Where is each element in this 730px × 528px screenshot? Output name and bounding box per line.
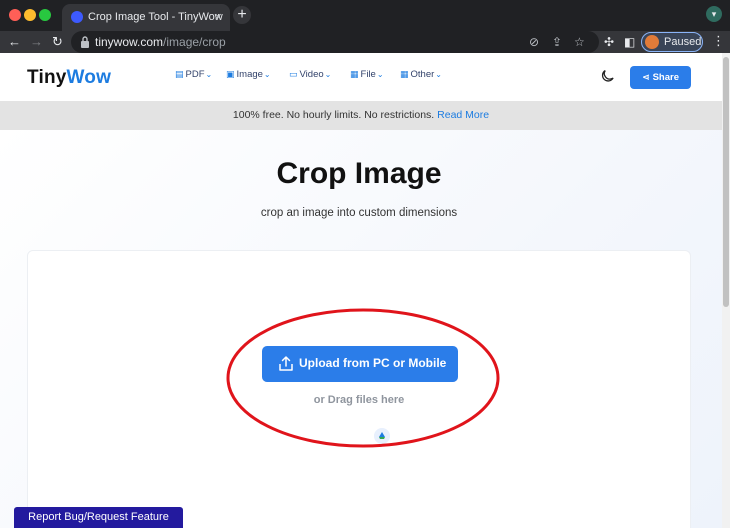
page-viewport: TinyWow ▤ PDF⌄ ▣ Image⌄ ▭ Video⌄ ▦ File⌄ ▦ Ot…: [0, 53, 722, 528]
read-more-link[interactable]: Read More: [437, 109, 489, 121]
site-header: TinyWow ▤ PDF⌄ ▣ Image⌄ ▭ Video⌄ ▦ File⌄ ▦ Ot…: [0, 53, 722, 101]
reload-icon[interactable]: ↻: [52, 33, 63, 51]
browser-tab[interactable]: Crop Image Tool - TinyWow ×: [62, 4, 230, 31]
address-bar[interactable]: tinywow.com/image/crop ⊘ ⇪ ☆: [71, 31, 599, 53]
eye-off-icon[interactable]: ⊘: [529, 34, 539, 50]
page-subtitle: crop an image into custom dimensions: [260, 207, 458, 219]
scrollbar-thumb[interactable]: [723, 57, 729, 307]
tab-title: Crop Image Tool - TinyWow: [88, 11, 223, 23]
extensions-puzzle-icon[interactable]: ✣: [604, 34, 614, 50]
chevron-down-icon: ⌄: [435, 70, 442, 79]
page-scrollbar[interactable]: [722, 53, 730, 528]
tinywow-logo[interactable]: TinyWow: [27, 67, 111, 89]
new-tab-button[interactable]: +: [233, 6, 251, 24]
maximize-window-button[interactable]: [39, 9, 51, 21]
page-title: Crop Image: [276, 157, 442, 190]
grid-icon: ▦: [400, 69, 409, 79]
chevron-down-icon: ⌄: [376, 70, 384, 79]
file-grid-icon: ▦: [350, 69, 359, 79]
share-page-icon[interactable]: ⇪: [552, 34, 562, 50]
chevron-down-icon: ⌄: [324, 70, 332, 79]
chevron-down-icon: ⌄: [205, 70, 213, 79]
upload-button-label: Upload from PC or Mobile: [299, 356, 447, 370]
menu-file[interactable]: ▦ File⌄: [350, 69, 384, 80]
dark-mode-moon-icon[interactable]: [600, 68, 616, 84]
image-icon: ▣: [226, 69, 235, 79]
upload-button[interactable]: Upload from PC or Mobile: [262, 346, 458, 382]
tab-search-icon[interactable]: ▾: [706, 6, 722, 22]
video-icon: ▭: [289, 69, 298, 79]
avatar: [645, 35, 659, 49]
browser-menu-icon[interactable]: ⋮: [712, 33, 725, 49]
tab-close-icon[interactable]: ×: [214, 9, 222, 25]
menu-video[interactable]: ▭ Video⌄: [289, 69, 331, 80]
google-drive-icon[interactable]: [374, 428, 390, 444]
close-window-button[interactable]: [9, 9, 21, 21]
profile-button[interactable]: Paused: [641, 32, 703, 52]
promo-text: 100% free. No hourly limits. No restrict…: [232, 109, 435, 121]
browser-toolbar: ← → ↻ tinywow.com/image/crop ⊘ ⇪ ☆ ✣ ◧ P…: [0, 31, 730, 53]
menu-other[interactable]: ▦ Other⌄: [400, 69, 442, 80]
share-icon: ⋖: [641, 72, 653, 83]
drag-files-hint: or Drag files here: [313, 394, 405, 406]
profile-status: Paused: [664, 36, 702, 48]
tinywow-favicon-icon: [71, 11, 83, 23]
side-panel-icon[interactable]: ◧: [624, 34, 635, 50]
upload-dropzone[interactable]: Upload from PC or Mobile or Drag files h…: [27, 250, 691, 528]
promo-banner: 100% free. No hourly limits. No restrict…: [0, 101, 722, 130]
minimize-window-button[interactable]: [24, 9, 36, 21]
menu-image[interactable]: ▣ Image⌄: [226, 69, 271, 80]
bookmark-star-icon[interactable]: ☆: [574, 34, 585, 50]
back-arrow-icon[interactable]: ←: [8, 33, 21, 51]
browser-tab-bar: Crop Image Tool - TinyWow × + ▾: [0, 0, 730, 31]
url-text: tinywow.com/image/crop: [95, 35, 226, 49]
menu-pdf[interactable]: ▤ PDF⌄: [175, 69, 212, 80]
pdf-icon: ▤: [175, 69, 184, 79]
tool-section: Crop Image crop an image into custom dim…: [0, 130, 722, 528]
upload-icon: [279, 356, 293, 371]
report-bug-button[interactable]: Report Bug/Request Feature: [14, 507, 183, 528]
forward-arrow-icon[interactable]: →: [30, 33, 43, 51]
lock-icon: [81, 36, 89, 48]
chevron-down-icon: ⌄: [263, 70, 271, 79]
share-button[interactable]: ⋖ Share: [630, 66, 691, 89]
